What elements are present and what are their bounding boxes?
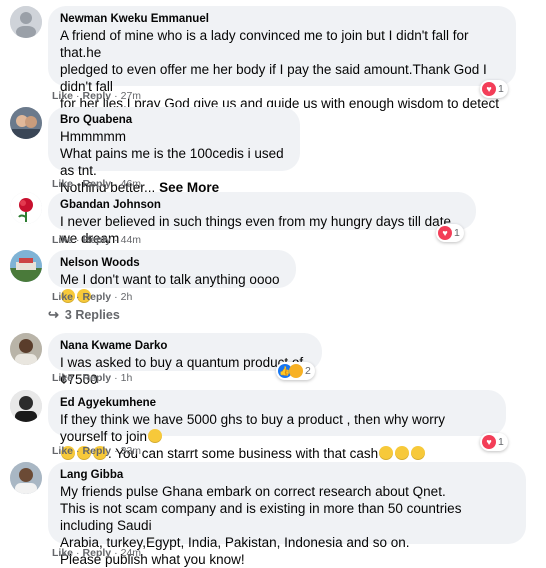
comment-author[interactable]: Gbandan Johnson [60,198,464,213]
reply-button[interactable]: Reply [83,178,112,190]
like-button[interactable]: Like [52,372,73,384]
comment-bubble: Bro Quabena Hmmmmm What pains me is the … [48,107,300,195]
reply-button[interactable]: Reply [83,547,112,559]
comment-author[interactable]: Nelson Woods [60,256,284,271]
reaction-count: 1 [454,227,460,239]
avatar[interactable] [10,333,42,365]
heart-reaction-icon: ♥ [438,226,452,240]
reaction-count: 1 [498,436,504,448]
view-replies-link[interactable]: ↪ 3 Replies [48,307,120,323]
reply-button[interactable]: Reply [83,291,112,303]
reply-button[interactable]: Reply [83,372,112,384]
rofl-emoji-icon [379,446,394,460]
like-button[interactable]: Like [52,234,73,246]
reply-arrow-icon: ↪ [48,307,59,322]
comment-author[interactable]: Ed Agyekumhene [60,396,494,411]
reaction-summary[interactable]: ♥ 1 [480,80,508,98]
comment-author[interactable]: Newman Kweku Emmanuel [60,12,504,27]
comment-line: What pains me is the 100cedis i used as … [60,146,288,178]
comment-timestamp[interactable]: 1h [121,372,133,384]
avatar[interactable] [10,107,42,139]
reaction-count: 2 [305,365,311,377]
heart-reaction-icon: ♥ [482,82,496,96]
rofl-emoji-icon [395,446,410,460]
like-button[interactable]: Like [52,547,73,559]
rofl-emoji-icon [411,446,426,460]
comment-line: My friends pulse Ghana embark on correct… [60,484,446,499]
comment-timestamp[interactable]: 44m [121,234,141,246]
comment-author[interactable]: Lang Gibba [60,468,514,483]
comment-actions: Like · Reply · 27m [52,90,142,102]
comment-actions: Like · Reply · 33m [52,445,142,457]
reply-button[interactable]: Reply [83,445,112,457]
comment-line: Me I don't want to talk anything oooo [60,272,280,287]
avatar[interactable] [10,192,42,224]
comment-actions: Like · Reply · 46m [52,178,142,190]
like-button[interactable]: Like [52,445,73,457]
rofl-emoji-icon [148,429,163,443]
reaction-count: 1 [498,83,504,95]
comment-timestamp[interactable]: 46m [121,178,141,190]
like-button[interactable]: Like [52,90,73,102]
comment-timestamp[interactable]: 27m [121,90,141,102]
reaction-summary[interactable]: ♥ 1 [480,433,508,451]
avatar[interactable] [10,462,42,494]
heart-reaction-icon: ♥ [482,435,496,449]
comment-timestamp[interactable]: 33m [121,445,141,457]
comment-bubble: Newman Kweku Emmanuel A friend of mine w… [48,6,516,145]
reply-button[interactable]: Reply [83,90,112,102]
replies-count-label: 3 Replies [64,308,120,322]
like-button[interactable]: Like [52,291,73,303]
comment-actions: Like · Reply · 1h [52,372,133,384]
comment-bubble: Lang Gibba My friends pulse Ghana embark… [48,462,526,567]
comment-line: If they think we have 5000 ghs to buy a … [60,412,449,444]
reply-button[interactable]: Reply [83,234,112,246]
avatar[interactable] [10,6,42,38]
comment-actions: Like · Reply · 2h [52,291,133,303]
haha-reaction-icon [289,364,303,378]
comment-bubble: Nelson Woods Me I don't want to talk any… [48,250,296,303]
comment-line: . You can starrt some business with that… [108,446,379,461]
comment-bubble: Ed Agyekumhene If they think we have 500… [48,390,506,461]
avatar[interactable] [10,390,42,422]
reaction-summary[interactable]: ♥ 1 [436,224,464,242]
comment-line: Hmmmmm [60,129,126,144]
comment-actions: Like · Reply · 44m [52,234,142,246]
comment-line: A friend of mine who is a lady convinced… [60,28,473,60]
comment-author[interactable]: Bro Quabena [60,113,288,128]
comment-timestamp[interactable]: 24m [121,547,141,559]
reaction-summary[interactable]: 👍 2 [276,362,315,380]
comment-author[interactable]: Nana Kwame Darko [60,339,310,354]
avatar[interactable] [10,250,42,282]
like-button[interactable]: Like [52,178,73,190]
comment-bubble: Gbandan Johnson I never believed in such… [48,192,476,246]
comment-timestamp[interactable]: 2h [121,291,133,303]
comment-line: This is not scam company and is existing… [60,501,466,533]
